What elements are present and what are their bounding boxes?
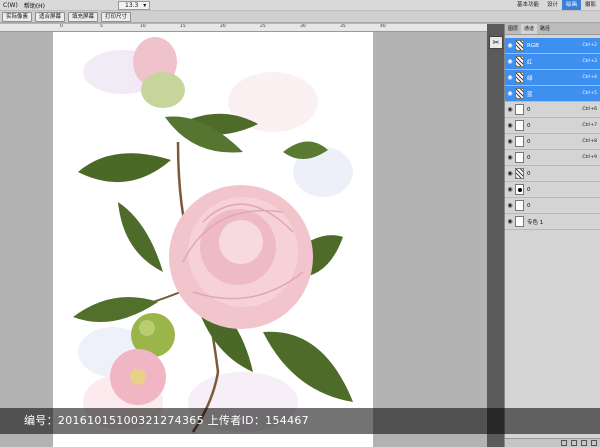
- watermark-bar: 编号：20161015100321274365 上传者ID：154467: [0, 408, 600, 434]
- visibility-eye-icon[interactable]: ◉: [505, 154, 515, 161]
- visibility-eye-icon[interactable]: ◉: [505, 138, 515, 145]
- channel-row[interactable]: ◉ 绿 Ctrl+4: [505, 70, 600, 86]
- document-canvas[interactable]: ✿: [53, 32, 373, 447]
- camellia-illustration: [73, 37, 353, 433]
- channel-thumbnail: [515, 56, 524, 67]
- visibility-eye-icon[interactable]: ◉: [505, 122, 515, 129]
- options-toolbar: 实际像素 适合屏幕 填充屏幕 打印尺寸: [0, 11, 600, 23]
- load-selection-icon[interactable]: [561, 440, 567, 446]
- channel-thumbnail: [515, 216, 524, 227]
- menu-item-window[interactable]: C(W): [0, 2, 21, 9]
- menu-bar: C(W) 帮助(H) 13.3 ▾: [0, 0, 600, 11]
- fill-screen-button[interactable]: 填充屏幕: [68, 11, 99, 22]
- channel-thumbnail: [515, 88, 524, 99]
- zoom-value: 13.3: [125, 1, 139, 9]
- panel-dock-strip: [487, 24, 504, 447]
- zoom-select[interactable]: 13.3 ▾: [118, 0, 151, 10]
- channel-row[interactable]: ◉ 专色 1: [505, 214, 600, 230]
- tab-layers[interactable]: 图层: [505, 24, 521, 34]
- ruler-label: 30: [300, 24, 306, 29]
- workspace-essentials[interactable]: 基本功能: [513, 0, 543, 10]
- fit-screen-button[interactable]: 适合屏幕: [35, 11, 66, 22]
- ruler-label: 35: [340, 24, 346, 29]
- actual-pixels-button[interactable]: 实际像素: [2, 11, 33, 22]
- visibility-eye-icon[interactable]: ◉: [505, 218, 515, 225]
- channel-row[interactable]: ◉ 0 Ctrl+6: [505, 102, 600, 118]
- channel-name: 0: [527, 170, 531, 177]
- workspace-painting[interactable]: 绘画: [561, 0, 581, 10]
- channel-shortcut: Ctrl+4: [582, 75, 597, 80]
- ruler-label: 25: [260, 24, 266, 29]
- channel-row[interactable]: ◉ 0 Ctrl+8: [505, 134, 600, 150]
- channel-row[interactable]: ◉ 0 Ctrl+9: [505, 150, 600, 166]
- ruler-label: 0: [60, 24, 63, 29]
- channel-thumbnail: [515, 120, 524, 131]
- delete-channel-icon[interactable]: [591, 440, 597, 446]
- channel-shortcut: Ctrl+5: [582, 91, 597, 96]
- channel-row[interactable]: ◉ RGB Ctrl+2: [505, 38, 600, 54]
- channel-name: 专色 1: [527, 219, 544, 226]
- channel-thumbnail: [515, 72, 524, 83]
- channel-name: 0: [527, 186, 531, 193]
- channel-shortcut: Ctrl+2: [582, 43, 597, 48]
- visibility-eye-icon[interactable]: ◉: [505, 74, 515, 81]
- channel-name: 0: [527, 106, 531, 113]
- channel-name: 绿: [527, 75, 533, 82]
- ruler-label: 20: [220, 24, 226, 29]
- ruler-label: 40: [380, 24, 386, 29]
- channel-thumbnail: [515, 40, 524, 51]
- visibility-eye-icon[interactable]: ◉: [505, 58, 515, 65]
- channel-name: 0: [527, 202, 531, 209]
- channel-shortcut: Ctrl+7: [582, 123, 597, 128]
- channel-row[interactable]: ◉ 0 Ctrl+7: [505, 118, 600, 134]
- channel-name: 红: [527, 59, 533, 66]
- channel-row[interactable]: ◉ 红 Ctrl+3: [505, 54, 600, 70]
- print-size-button[interactable]: 打印尺寸: [101, 11, 132, 22]
- channel-row[interactable]: ◉ 0: [505, 198, 600, 214]
- channel-row[interactable]: ◉ 蓝 Ctrl+5: [505, 86, 600, 102]
- channel-shortcut: Ctrl+8: [582, 139, 597, 144]
- channel-thumbnail: [515, 168, 524, 179]
- ruler-label: 15: [180, 24, 186, 29]
- channel-shortcut: Ctrl+3: [582, 59, 597, 64]
- channel-thumbnail: [515, 184, 524, 195]
- visibility-eye-icon[interactable]: ◉: [505, 186, 515, 193]
- channel-thumbnail: [515, 200, 524, 211]
- channel-name: 蓝: [527, 91, 533, 98]
- channel-thumbnail: [515, 136, 524, 147]
- channel-shortcut: Ctrl+9: [582, 155, 597, 160]
- channel-row[interactable]: ◉ 0: [505, 166, 600, 182]
- brush-tool-icon[interactable]: ✂: [489, 36, 503, 49]
- channel-list: ◉ RGB Ctrl+2 ◉ 红 Ctrl+3 ◉ 绿 Ctrl+4 ◉ 蓝 Ctrl+5 ◉ 0 Ctrl…: [505, 38, 600, 230]
- workspace-photography[interactable]: 摄影: [581, 0, 600, 10]
- visibility-eye-icon[interactable]: ◉: [505, 106, 515, 113]
- watermark-logo: ✿: [193, 87, 207, 106]
- horizontal-ruler: 0 5 10 15 20 25 30 35 40: [0, 24, 504, 32]
- workspace-design[interactable]: 设计: [543, 0, 562, 10]
- save-selection-icon[interactable]: [571, 440, 577, 446]
- tab-channels[interactable]: 通道: [521, 24, 538, 34]
- menu-item-help[interactable]: 帮助(H): [21, 1, 48, 10]
- channel-name: RGB: [527, 42, 539, 49]
- workspace-switcher: 基本功能 设计 绘画 摄影: [513, 0, 600, 10]
- panel-footer: [505, 438, 600, 447]
- panel-tabs: 图层 通道 路径: [505, 24, 600, 35]
- channel-row[interactable]: ◉ 0: [505, 182, 600, 198]
- visibility-eye-icon[interactable]: ◉: [505, 202, 515, 209]
- channels-panel: 图层 通道 路径 ◉ RGB Ctrl+2 ◉ 红 Ctrl+3 ◉ 绿 Ctrl+4 ◉ 蓝 Ctr…: [504, 24, 600, 447]
- channel-name: 0: [527, 138, 531, 145]
- new-channel-icon[interactable]: [581, 440, 587, 446]
- tab-paths[interactable]: 路径: [537, 24, 553, 34]
- visibility-eye-icon[interactable]: ◉: [505, 90, 515, 97]
- visibility-eye-icon[interactable]: ◉: [505, 170, 515, 177]
- channel-name: 0: [527, 154, 531, 161]
- channel-thumbnail: [515, 104, 524, 115]
- channel-thumbnail: [515, 152, 524, 163]
- visibility-eye-icon[interactable]: ◉: [505, 42, 515, 49]
- ruler-label: 5: [100, 24, 103, 29]
- ruler-label: 10: [140, 24, 146, 29]
- channel-name: 0: [527, 122, 531, 129]
- channel-shortcut: Ctrl+6: [582, 107, 597, 112]
